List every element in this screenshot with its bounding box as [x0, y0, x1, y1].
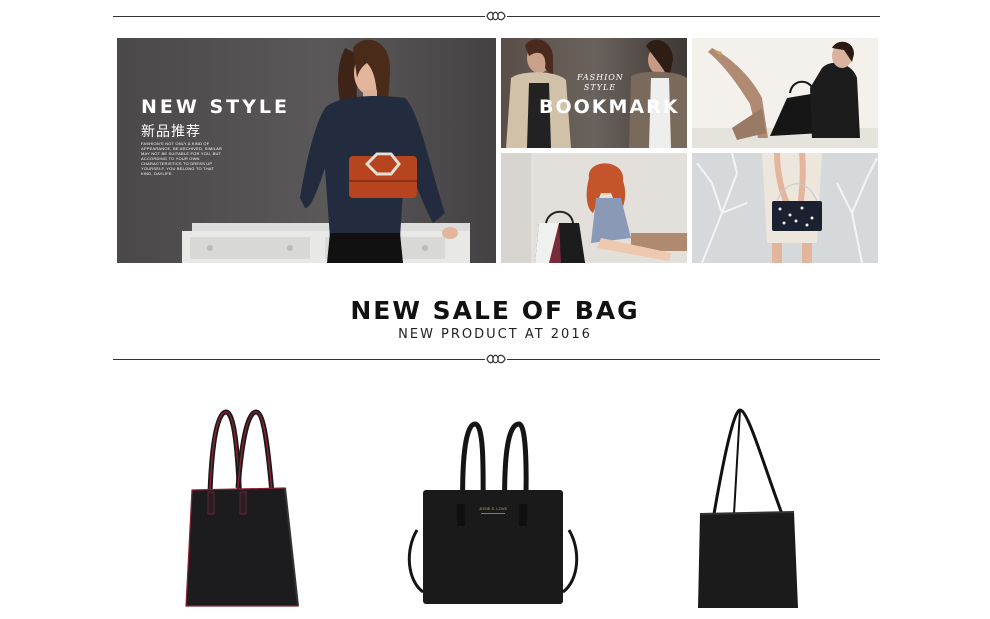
- handbag-model-photo: [692, 38, 878, 148]
- photo-tile-sitting-model[interactable]: [501, 153, 687, 263]
- hero-description: FASHION'S NOT ONLY A KIND OF APPEARANCE,…: [141, 141, 223, 176]
- tote-bag-image: [185, 409, 299, 607]
- hero-banner[interactable]: NEW STYLE 新品推荐 FASHION'S NOT ONLY A KIND…: [117, 38, 496, 263]
- section-subtitle: NEW PRODUCT AT 2016: [398, 327, 592, 342]
- photo-tile-handbag-model[interactable]: [692, 38, 878, 148]
- product-structured-handbag[interactable]: JOSIE S. LOVE: [405, 420, 581, 608]
- bookmark-tagline: FASHION STYLE: [577, 73, 623, 93]
- bookmark-banner[interactable]: FASHION STYLE BOOKMARK: [501, 38, 687, 148]
- product-slim-shoulder-tote[interactable]: [694, 406, 802, 612]
- hero-title: NEW STYLE: [141, 96, 290, 118]
- hero-subtitle: 新品推荐: [141, 124, 201, 140]
- product-tote-bag-red-trim[interactable]: [180, 408, 304, 610]
- svg-text:JOSIE S. LOVE: JOSIE S. LOVE: [479, 506, 508, 511]
- bookmark-photo: [506, 39, 687, 148]
- bookmark-title: BOOKMARK: [539, 96, 680, 118]
- top-divider: [113, 11, 880, 21]
- shoulder-tote-image: [698, 408, 798, 608]
- beaded-bag-photo: [692, 153, 878, 263]
- bookmark-tagline-2: STYLE: [583, 83, 617, 92]
- divider-ornament-icon: [485, 354, 507, 364]
- photo-tile-beaded-bag[interactable]: [692, 153, 878, 263]
- divider-ornament-icon: [485, 11, 507, 21]
- section-title: NEW SALE OF BAG: [350, 296, 640, 325]
- structured-handbag-image: JOSIE S. LOVE: [407, 421, 579, 604]
- clutch-bag: [347, 150, 419, 200]
- sitting-model-photo: [501, 153, 687, 263]
- section-divider: [113, 354, 880, 364]
- bookmark-tagline-1: FASHION: [577, 73, 624, 82]
